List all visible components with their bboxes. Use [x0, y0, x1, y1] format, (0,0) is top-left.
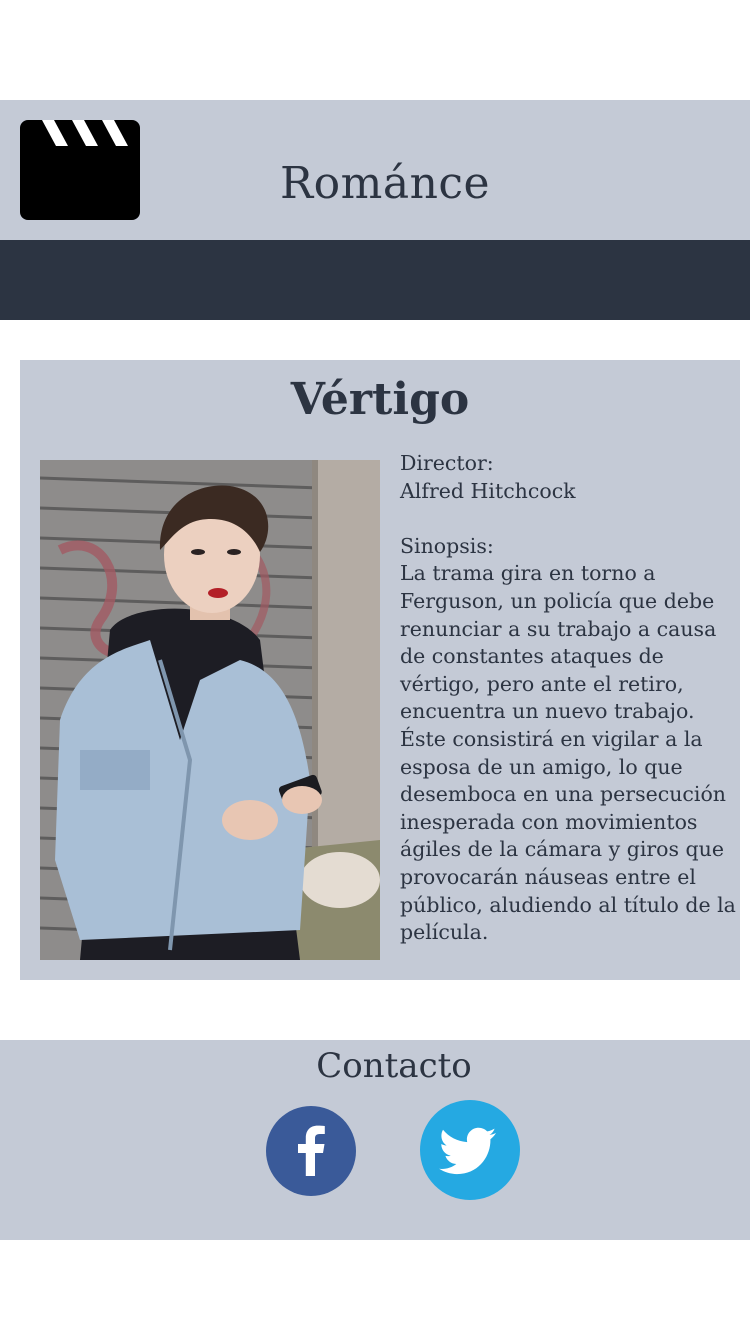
- movie-poster: [40, 460, 380, 960]
- synopsis-text: La trama gira en torno a Ferguson, un po…: [400, 561, 736, 945]
- twitter-button[interactable]: [420, 1100, 520, 1200]
- facebook-icon: [298, 1125, 325, 1176]
- clapperboard-icon: [20, 120, 140, 220]
- footer: Contacto: [0, 1040, 750, 1240]
- header: Románce: [0, 100, 750, 240]
- facebook-button[interactable]: [266, 1106, 356, 1196]
- movie-title: Vértigo: [290, 374, 470, 425]
- page: Románce Vértigo Director: Alfred Hitchco…: [0, 0, 750, 1334]
- synopsis-label: Sinopsis:: [400, 533, 494, 558]
- twitter-icon: [439, 1127, 496, 1175]
- movie-details: Director: Alfred Hitchcock Sinopsis: La …: [400, 450, 745, 947]
- director-label: Director:: [400, 451, 494, 475]
- page-title: Románce: [280, 158, 491, 209]
- director-name: Alfred Hitchcock: [400, 478, 576, 503]
- movie-card: Vértigo Director: Alfred Hitchcock Sinop…: [20, 360, 740, 980]
- contact-title: Contacto: [316, 1046, 472, 1086]
- nav-bar: [0, 240, 750, 320]
